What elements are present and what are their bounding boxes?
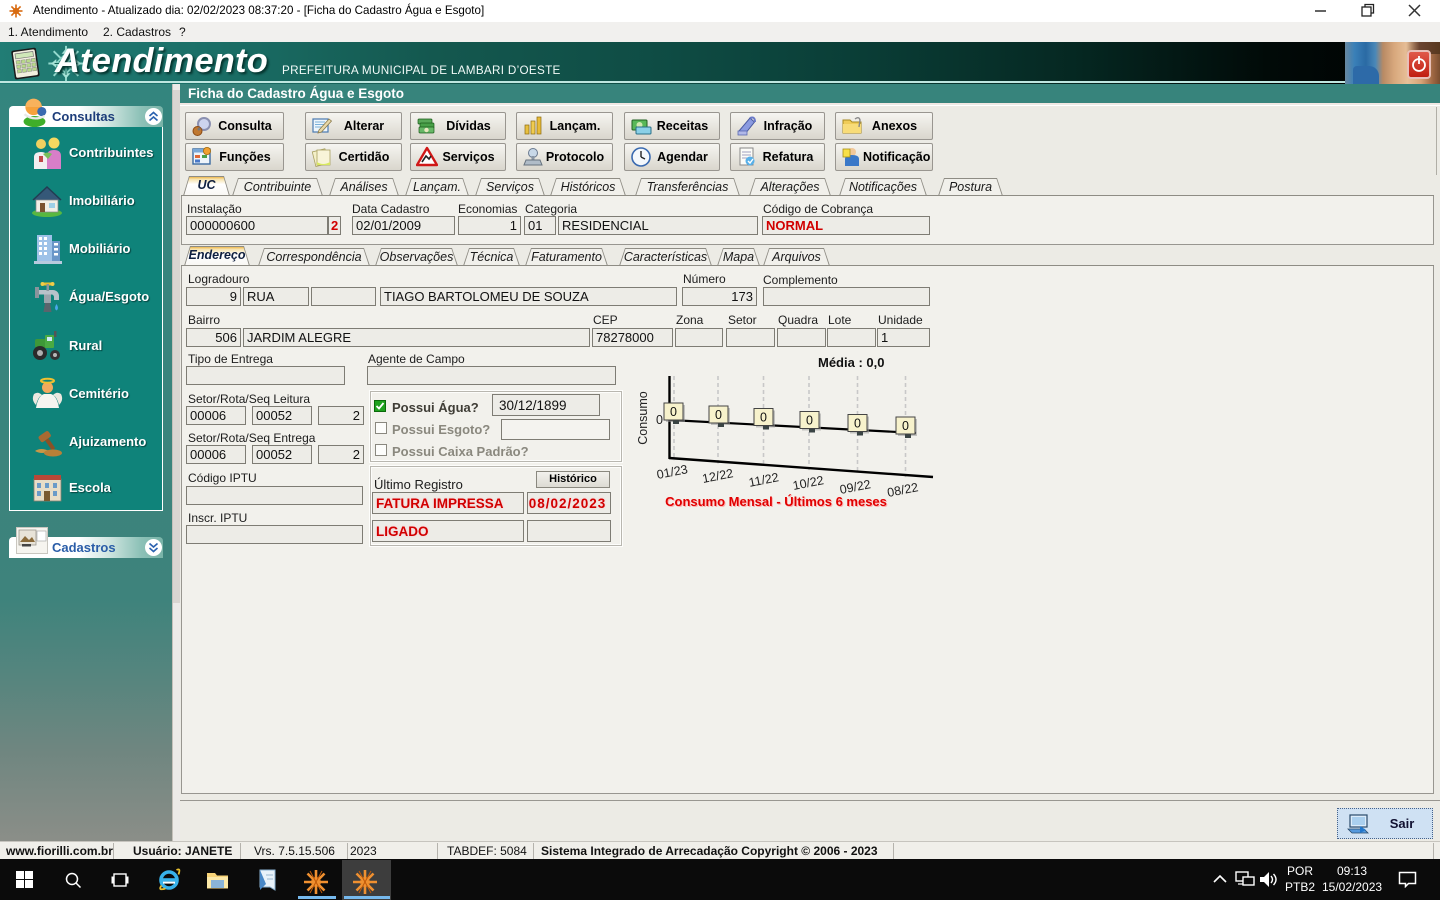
- svg-text:01/23: 01/23: [656, 462, 689, 482]
- svg-text:Média : 0,0: Média : 0,0: [818, 355, 884, 370]
- svg-text:11/22: 11/22: [748, 470, 781, 490]
- svg-text:10/22: 10/22: [792, 473, 825, 493]
- svg-text:Consumo Mensal - Últimos 6 mes: Consumo Mensal - Últimos 6 meses: [665, 494, 887, 509]
- svg-text:0: 0: [670, 405, 677, 419]
- svg-text:0: 0: [760, 411, 767, 425]
- svg-text:0: 0: [902, 419, 909, 433]
- svg-text:08/22: 08/22: [886, 480, 919, 500]
- svg-text:0: 0: [806, 414, 813, 428]
- svg-text:12/22: 12/22: [701, 466, 734, 486]
- svg-text:0: 0: [715, 408, 722, 422]
- svg-text:0: 0: [656, 413, 663, 427]
- svg-text:0: 0: [854, 417, 861, 431]
- svg-text:Consumo: Consumo: [636, 391, 650, 445]
